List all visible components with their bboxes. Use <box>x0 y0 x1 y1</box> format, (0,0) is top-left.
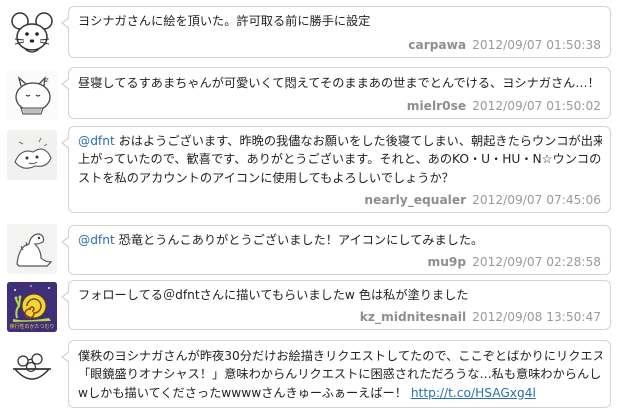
timestamp-link[interactable]: 2012/09/07 01:50:38 <box>472 38 601 52</box>
tweet-bubble: @dfnt おはようございます、昨晩の我儘なお願いをした後寝てしまい、朝起きたら… <box>61 126 611 213</box>
avatar[interactable] <box>7 8 57 58</box>
glasses-bowl-drawing-icon <box>7 343 57 393</box>
tweet-text-line: ヨシナガさんに絵を頂いた。許可取る前に勝手に設定 <box>78 14 371 28</box>
tweet-meta: mielr0se 2012/09/07 01:50:02 <box>407 99 601 113</box>
timestamp-link[interactable]: 2012/09/07 07:45:06 <box>472 193 601 207</box>
tweet-bubble: 昼寝してるすあまちゃんが可愛いくて悶えてそのままあの世までとんでける、ヨシナガさ… <box>61 67 611 119</box>
tweet-text-fragment: 恐竜とうんこありがとうございました！アイコンにしてみました。 <box>114 233 484 247</box>
svg-text:z: z <box>45 76 49 84</box>
timestamp-link[interactable]: 2012/09/07 01:50:02 <box>472 99 601 113</box>
mention-link[interactable]: @dfnt <box>78 233 115 247</box>
username-link[interactable]: mielr0se <box>407 99 466 113</box>
tweet-bubble: 僕秩のヨシナガさんが昨夜30分だけお絵描きリクエストしてたので、ここぞとばかりに… <box>61 340 611 408</box>
tweet-text-fragment: おはようございます、昨晩の我儘なお願いをした後寝てしまい、朝起きたらウンコが出来 <box>114 134 602 148</box>
tweet-text-line: 「眼鏡盛りオナシャス！」意味わからんリクエストに困惑されただろうな…私も意味わか… <box>78 367 602 382</box>
tweet-bubble: フォローしてる＠dfntさんに描いてもらいましたw 色は私が塗りました kz_m… <box>61 280 611 330</box>
username-link[interactable]: kz_midnitesnail <box>360 310 466 324</box>
tweet-text-line: wしかも描いてくださったwwwwさんきゅーふぁーえばー！ http://t.co… <box>78 384 602 402</box>
username-link[interactable]: carpawa <box>408 38 466 52</box>
tweet-text: 昼寝してるすあまちゃんが可愛いくて悶えてそのままあの世までとんでける、ヨシナガさ… <box>78 74 602 92</box>
tweet-meta: carpawa 2012/09/07 01:50:38 <box>408 38 601 52</box>
tweet-text-line: ストを私のアカウントのアイコンに使用してもよろしいでしょうか？ <box>78 170 454 185</box>
avatar[interactable]: z <box>7 70 57 120</box>
tweet-text-line: フォローしてる＠dfntさんに描いてもらいましたw 色は私が塗りました <box>78 288 469 302</box>
tweet-meta: kz_midnitesnail 2012/09/08 13:50:47 <box>360 310 601 324</box>
tweet-text-line: 昼寝してるすあまちゃんが可愛いくて悶えてそのままあの世までとんでける、ヨシナガさ… <box>78 76 600 90</box>
tweet-text: 僕秩のヨシナガさんが昨夜30分だけお絵描きリクエストしてたので、ここぞとばかりに… <box>78 347 602 402</box>
username-link[interactable]: mu9p <box>428 255 467 269</box>
avatar[interactable] <box>7 224 57 274</box>
avatar[interactable] <box>7 343 57 393</box>
mouse-drawing-icon <box>7 8 57 58</box>
avatar-caption: 夜行性のかたつむり <box>9 324 55 330</box>
tweet-bubble: ヨシナガさんに絵を頂いた。許可取る前に勝手に設定 carpawa 2012/09/… <box>61 6 611 58</box>
username-link[interactable]: nearly_equaler <box>364 193 466 207</box>
timestamp-link[interactable]: 2012/09/07 02:28:58 <box>472 255 601 269</box>
tweet-text: ヨシナガさんに絵を頂いた。許可取る前に勝手に設定 <box>78 12 602 30</box>
doodle-sketch-icon <box>7 130 57 180</box>
tweet-bubble: @dfnt 恐竜とうんこありがとうございました！アイコンにしてみました。 mu9… <box>61 225 611 275</box>
tweet-text: @dfnt 恐竜とうんこありがとうございました！アイコンにしてみました。 <box>78 231 602 249</box>
timestamp-link[interactable]: 2012/09/08 13:50:47 <box>472 310 601 324</box>
avatar[interactable] <box>7 130 57 180</box>
tweet-text-line: 僕秩のヨシナガさんが昨夜30分だけお絵描きリクエストしてたので、ここぞとばかりに… <box>78 349 602 363</box>
tweet-text-line: 上がっていたので、歓喜です、ありがとうございます。それと、あのKO・U・HU・N… <box>78 152 602 167</box>
tweet-meta: nearly_equaler 2012/09/07 07:45:06 <box>364 193 601 207</box>
tweet-meta: mu9p 2012/09/07 02:28:58 <box>428 255 601 269</box>
url-link[interactable]: http://t.co/HSAGxg4l <box>411 386 536 400</box>
sleeping-creature-drawing-icon: z <box>7 70 57 120</box>
tweet-timeline: ヨシナガさんに絵を頂いた。許可取る前に勝手に設定 carpawa 2012/09/… <box>0 0 617 408</box>
tweet-text-line: @dfnt おはようございます、昨晩の我儘なお願いをした後寝てしまい、朝起きたら… <box>78 132 602 150</box>
mention-link[interactable]: @dfnt <box>78 134 115 148</box>
tweet-text-fragment: wしかも描いてくださったwwwwさんきゅーふぁーえばー！ <box>78 385 411 400</box>
avatar[interactable]: 夜行性のかたつむり <box>7 282 57 332</box>
tweet-text-line: @dfnt 恐竜とうんこありがとうございました！アイコンにしてみました。 <box>78 231 602 249</box>
tweet-text: @dfnt おはようございます、昨晩の我儘なお願いをした後寝てしまい、朝起きたら… <box>78 132 602 187</box>
tweet-text: フォローしてる＠dfntさんに描いてもらいましたw 色は私が塗りました <box>78 286 602 304</box>
dinosaur-drawing-icon <box>7 224 57 274</box>
